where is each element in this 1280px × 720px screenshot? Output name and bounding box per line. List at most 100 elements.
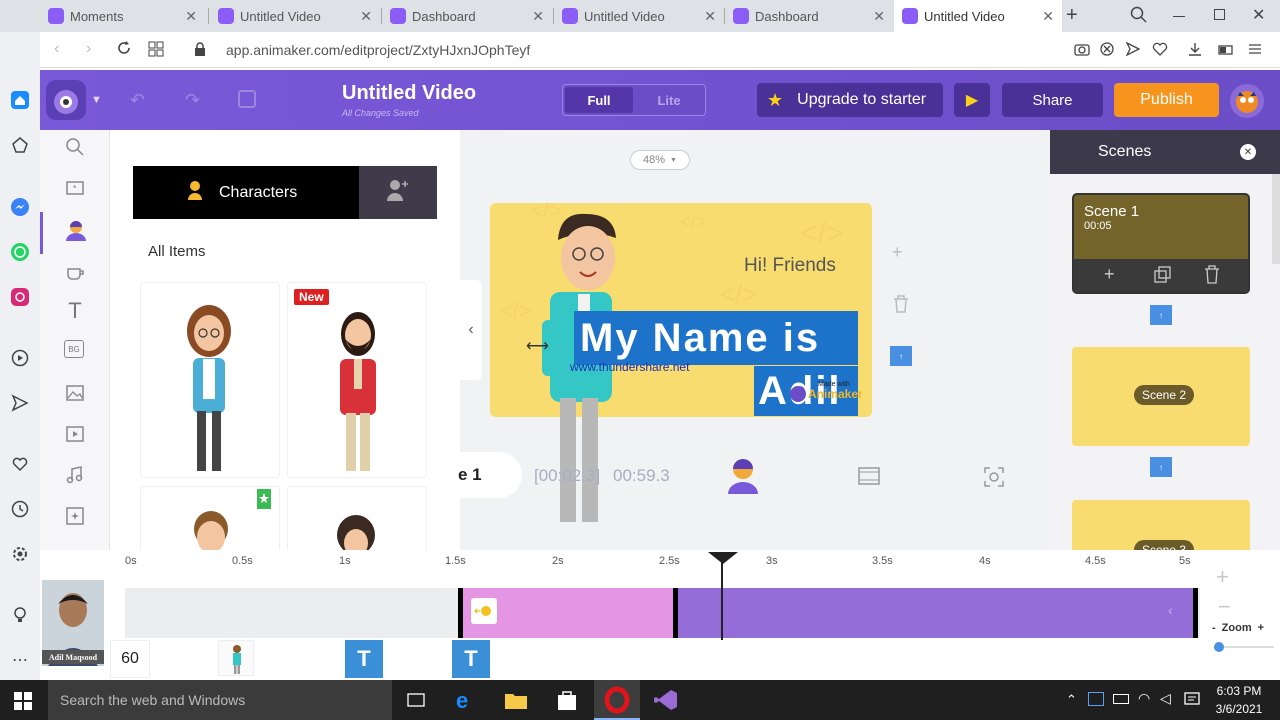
- user-avatar[interactable]: [1230, 84, 1264, 118]
- browser-tab[interactable]: Dashboard ✕: [725, 0, 893, 32]
- back-icon[interactable]: ‹: [54, 40, 59, 58]
- create-character-tab[interactable]: [359, 166, 437, 219]
- close-panel-icon[interactable]: ✕: [1240, 144, 1256, 160]
- character-panel-icon[interactable]: [725, 456, 761, 501]
- favorites-icon[interactable]: [10, 454, 30, 474]
- clock-date[interactable]: 3/6/2021: [1211, 702, 1267, 716]
- messenger-icon[interactable]: [10, 197, 30, 217]
- hi-friends-text[interactable]: Hi! Friends: [744, 255, 836, 277]
- close-tab-icon[interactable]: ✕: [532, 8, 544, 25]
- instagram-icon[interactable]: [10, 287, 30, 307]
- duplicate-scene-icon[interactable]: [1154, 266, 1172, 289]
- zoom-dropdown[interactable]: 48% ▼: [630, 150, 690, 170]
- preview-button[interactable]: ▶: [954, 83, 990, 117]
- add-scene-icon[interactable]: +: [1104, 264, 1115, 285]
- duplicate-icon[interactable]: [238, 90, 256, 108]
- collapse-panel-icon[interactable]: ‹: [460, 280, 482, 380]
- frame-rate-input[interactable]: 60: [110, 640, 150, 678]
- browser-tab[interactable]: Untitled Video ✕: [554, 0, 724, 32]
- name-text-line1[interactable]: My Name is: [574, 311, 858, 365]
- text-layer-icon[interactable]: T: [345, 640, 383, 678]
- images-icon[interactable]: [64, 382, 86, 404]
- character-card[interactable]: [287, 486, 427, 550]
- whatsapp-icon[interactable]: [10, 242, 30, 262]
- share-button[interactable]: Share: [1002, 83, 1103, 117]
- zoom-in-icon[interactable]: +: [1216, 564, 1229, 590]
- settings-icon[interactable]: [10, 544, 30, 564]
- scene-card-2[interactable]: Scene 2: [1072, 347, 1250, 446]
- scene-card-3[interactable]: Scene 3: [1072, 500, 1250, 550]
- redo-icon[interactable]: ↷: [185, 90, 200, 111]
- delete-icon[interactable]: [892, 294, 910, 319]
- camera-icon[interactable]: [1074, 42, 1090, 61]
- close-tab-icon[interactable]: ✕: [360, 8, 372, 25]
- pinboard-icon[interactable]: [10, 135, 30, 155]
- scene-label-pill[interactable]: e 1: [450, 452, 522, 498]
- browser-tab[interactable]: Moments ✕: [40, 0, 205, 32]
- file-explorer-icon[interactable]: [504, 690, 528, 715]
- close-tab-icon[interactable]: ✕: [704, 8, 716, 25]
- browser-tab[interactable]: Untitled Video ✕: [210, 0, 380, 32]
- tray-app-icon[interactable]: [1088, 692, 1104, 706]
- mode-full-button[interactable]: Full: [565, 87, 633, 113]
- restore-icon[interactable]: [1214, 9, 1225, 20]
- timeline-clip-entry[interactable]: [458, 588, 678, 638]
- scene-card-1[interactable]: Scene 1 00:05 +: [1072, 193, 1250, 294]
- edge-icon[interactable]: e: [456, 688, 468, 714]
- close-window-icon[interactable]: ✕: [1252, 5, 1265, 25]
- publish-button[interactable]: Publish: [1114, 83, 1219, 117]
- close-tab-icon[interactable]: ✕: [1042, 8, 1054, 25]
- undo-icon[interactable]: ↶: [130, 90, 145, 111]
- browser-tab[interactable]: Dashboard ✕: [382, 0, 552, 32]
- show-hidden-icons[interactable]: ⌃: [1066, 692, 1077, 708]
- taskbar-search-input[interactable]: Search the web and Windows: [48, 680, 392, 720]
- home-icon[interactable]: [10, 90, 30, 110]
- zoom-minus-button[interactable]: -: [1212, 622, 1216, 634]
- background-icon[interactable]: BG: [64, 340, 84, 358]
- my-library-icon[interactable]: [64, 176, 86, 198]
- zoom-plus-button[interactable]: +: [1258, 622, 1264, 634]
- search-icon[interactable]: [64, 136, 86, 158]
- player-icon[interactable]: [10, 348, 30, 368]
- zoom-slider-handle[interactable]: [1214, 642, 1224, 652]
- volume-icon[interactable]: ◁: [1160, 690, 1171, 707]
- new-tab-icon[interactable]: +: [1066, 4, 1078, 27]
- browser-tab-active[interactable]: Untitled Video ✕: [894, 0, 1062, 32]
- character-card[interactable]: [140, 282, 280, 478]
- more-icon[interactable]: ⋯: [10, 650, 30, 670]
- adblock-icon[interactable]: [1100, 42, 1114, 61]
- fit-screen-icon[interactable]: [983, 466, 1005, 493]
- forward-icon[interactable]: ›: [86, 40, 91, 58]
- transition-icon[interactable]: ↑: [1150, 305, 1172, 325]
- opera-taskbar-icon[interactable]: [594, 680, 640, 720]
- character-card[interactable]: New: [287, 282, 427, 478]
- reload-icon[interactable]: [116, 40, 132, 61]
- enter-animation-icon[interactable]: [471, 598, 497, 624]
- easy-setup-icon[interactable]: [1248, 42, 1262, 61]
- scene-video-icon[interactable]: [858, 466, 880, 491]
- notifications-icon[interactable]: [1184, 692, 1200, 713]
- mode-lite-button[interactable]: Lite: [635, 87, 703, 113]
- properties-icon[interactable]: [64, 260, 86, 282]
- wifi-icon[interactable]: ◠: [1138, 690, 1150, 707]
- project-title[interactable]: Untitled Video: [342, 82, 476, 105]
- bookmark-heart-icon[interactable]: [1152, 42, 1168, 61]
- close-tab-icon[interactable]: ✕: [185, 8, 197, 25]
- video-icon[interactable]: [64, 423, 86, 445]
- visual-studio-icon[interactable]: [654, 689, 678, 716]
- search-tabs-icon[interactable]: [1130, 6, 1148, 29]
- history-icon[interactable]: [10, 499, 30, 519]
- battery-tray-icon[interactable]: [1113, 694, 1129, 704]
- panel-scrollbar[interactable]: [1272, 174, 1280, 264]
- timeline-clip-main[interactable]: ‹: [678, 588, 1198, 638]
- move-up-icon[interactable]: ↑: [890, 346, 912, 366]
- character-layer-icon[interactable]: [218, 640, 254, 676]
- playhead[interactable]: [721, 560, 723, 640]
- send-tab-icon[interactable]: [1125, 41, 1141, 61]
- lightbulb-icon[interactable]: [10, 605, 30, 625]
- effects-icon[interactable]: [64, 505, 86, 527]
- battery-icon[interactable]: [1218, 43, 1234, 61]
- send-icon[interactable]: [10, 393, 30, 413]
- task-view-icon[interactable]: [406, 692, 426, 713]
- minimize-icon[interactable]: [1173, 16, 1185, 17]
